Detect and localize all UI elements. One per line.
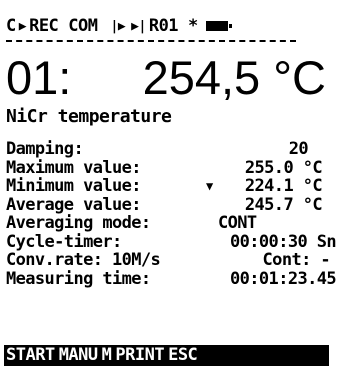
param-label: Average value: <box>6 194 141 215</box>
start-softkey[interactable]: START <box>6 345 55 366</box>
skip-forward-icon: ▶| <box>131 18 146 34</box>
manu-softkey[interactable]: MANU <box>59 345 98 366</box>
main-reading: 01: 254,5 °C <box>6 52 346 104</box>
param-value: 224.1 °C <box>244 176 323 196</box>
param-value: 00:01:23.45 <box>230 268 337 289</box>
sensor-type: NiCr temperature <box>6 106 172 127</box>
battery-icon <box>205 21 232 31</box>
channel-flag: C <box>6 16 16 36</box>
param-label: Damping: <box>6 139 84 159</box>
param-minimum: Minimum value: ▼ 224.1 °C <box>6 177 346 196</box>
param-average: Average value: 245.7 °C <box>6 194 346 215</box>
m-softkey[interactable]: M <box>102 345 112 366</box>
param-label: Minimum value: <box>6 176 141 196</box>
channel-number: 01: <box>6 51 72 104</box>
lcd-display: C ▶ REC COM |▶ ▶| R01 * 01: 254,5 °C NiC… <box>0 0 353 370</box>
print-softkey[interactable]: PRINT <box>115 345 164 366</box>
param-label: Cycle-timer: <box>6 231 122 252</box>
step-forward-icon: |▶ <box>110 18 126 34</box>
status-bar: C ▶ REC COM |▶ ▶| R01 * <box>6 14 346 38</box>
esc-softkey[interactable]: ESC <box>168 345 198 366</box>
param-conversion-rate: Conv.rate: 10M/s Cont: - <box>6 251 346 270</box>
play-icon: ▶ <box>18 18 27 34</box>
param-maximum: Maximum value: 255.0 °C <box>6 157 346 178</box>
param-label: Averaging mode: <box>6 213 151 233</box>
param-value: 245.7 °C <box>244 194 323 215</box>
measured-value: 254,5 °C <box>142 51 326 104</box>
parameter-list: Damping: 20 Maximum value: 255.0 °C Mini… <box>6 140 346 288</box>
param-value: 20 <box>288 139 309 159</box>
status-divider <box>6 40 296 42</box>
param-damping: Damping: 20 <box>6 140 346 159</box>
star-indicator: * <box>188 16 198 36</box>
selection-marker-icon: ▼ <box>206 179 213 193</box>
param-value: 255.0 °C <box>244 157 323 178</box>
param-value: Cont: - <box>262 250 331 270</box>
param-label: Measuring time: <box>6 268 151 289</box>
com-indicator: COM <box>68 16 98 36</box>
param-measuring-time: Measuring time: 00:01:23.45 <box>6 268 346 289</box>
param-cycle-timer: Cycle-timer: 00:00:30 Sn <box>6 231 346 252</box>
softkey-bar: START MANU M PRINT ESC <box>4 345 329 366</box>
param-averaging-mode: Averaging mode: CONT <box>6 214 346 233</box>
param-label: Conv.rate: 10M/s <box>6 250 161 270</box>
device-id: R01 <box>148 16 179 36</box>
param-value: CONT <box>218 213 257 233</box>
param-label: Maximum value: <box>6 157 141 178</box>
rec-indicator: REC <box>29 16 59 36</box>
param-value: 00:00:30 Sn <box>230 231 337 252</box>
